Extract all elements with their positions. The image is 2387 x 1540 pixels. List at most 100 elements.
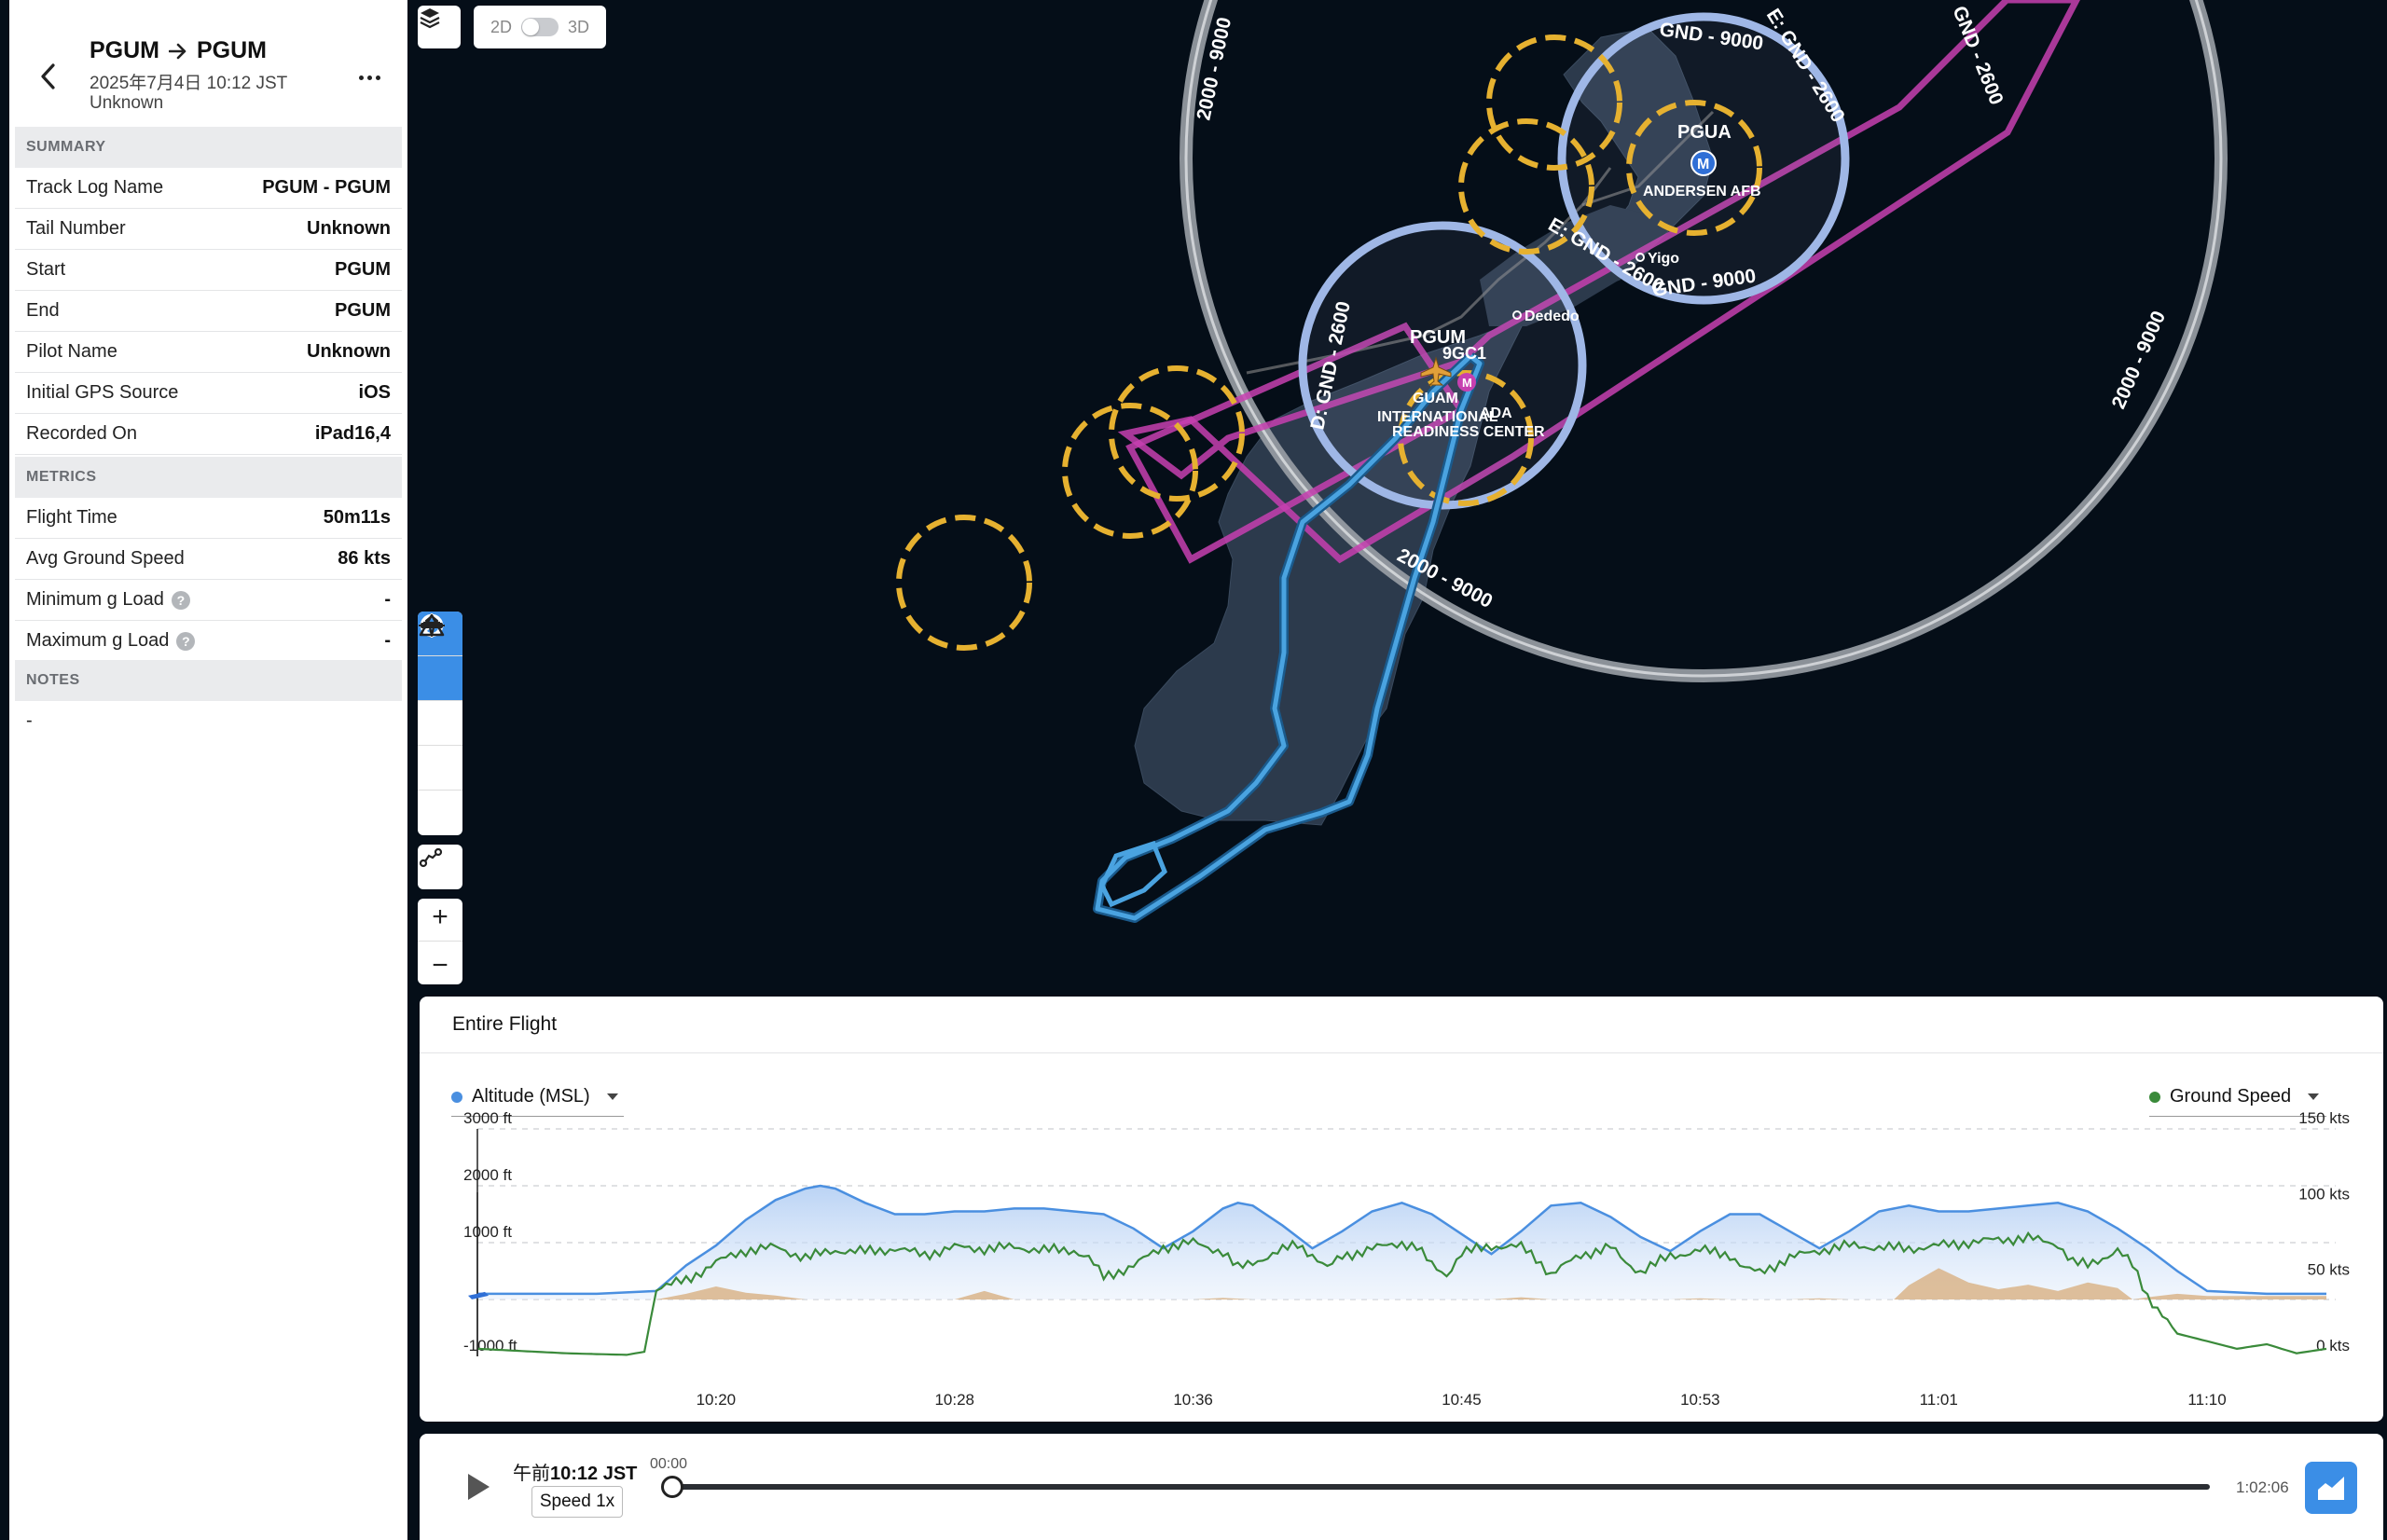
terrain-button[interactable] <box>418 613 462 746</box>
runway-button[interactable] <box>418 623 462 835</box>
duration-label: 1:02:06 <box>2236 1478 2289 1496</box>
y-left-tick-label: 3000 ft <box>463 1109 512 1127</box>
summary-label-text: Tail Number <box>26 218 126 239</box>
notes-text[interactable]: - <box>26 710 33 732</box>
summary-value: Unknown <box>307 218 391 239</box>
metrics-value: 50m11s <box>323 507 391 528</box>
summary-value: PGUM <box>335 259 391 280</box>
layers-icon <box>420 8 440 29</box>
zoom-in-button[interactable]: + <box>432 903 448 931</box>
x-tick-label: 11:10 <box>2187 1391 2226 1409</box>
y-right-tick-label: 0 kts <box>2316 1337 2350 1354</box>
summary-row: Initial GPS Source iOS <box>15 373 402 414</box>
x-tick-label: 10:28 <box>934 1391 974 1409</box>
chevron-left-icon <box>41 63 55 89</box>
metrics-label: Avg Ground Speed <box>26 548 185 570</box>
area-chart-icon <box>2318 1477 2344 1500</box>
y-right-tick-label: 50 kts <box>2308 1261 2350 1279</box>
playback-slider-thumb[interactable] <box>661 1476 683 1498</box>
playback-clock: 午前10:12 JST <box>513 1458 637 1485</box>
toggle-2d-label: 2D <box>490 17 512 36</box>
summary-row: End PGUM <box>15 291 402 332</box>
map-canvas[interactable]: M M PGUA ANDERSEN AFB Yigo Dededo PGUM 9… <box>407 0 2387 997</box>
time-value: 10:12 JST <box>550 1464 638 1484</box>
x-tick-label: 10:45 <box>1442 1391 1482 1409</box>
runway-icon <box>419 623 445 628</box>
summary-row: Recorded On iPad16,4 <box>15 414 402 455</box>
more-options-button[interactable] <box>351 63 388 91</box>
speed-button[interactable]: Speed 1x <box>531 1486 623 1518</box>
label-9gc1: 9GC1 <box>1442 344 1486 363</box>
summary-label: Start <box>26 259 65 281</box>
summary-label-text: Initial GPS Source <box>26 382 179 403</box>
map-view[interactable]: M M PGUA ANDERSEN AFB Yigo Dededo PGUM 9… <box>407 0 2387 997</box>
summary-label-text: Pilot Name <box>26 341 117 362</box>
zoom-controls: + − <box>418 899 462 984</box>
help-icon[interactable]: ? <box>171 590 190 610</box>
view-mode-toggle[interactable]: 2D 3D <box>474 6 606 48</box>
notes-section-header: NOTES <box>15 660 402 701</box>
metrics-label-text: Flight Time <box>26 507 117 528</box>
route-to: PGUM <box>197 37 267 63</box>
summary-label-text: Recorded On <box>26 423 137 444</box>
view-mode-switch[interactable] <box>521 18 559 36</box>
summary-value: PGUM - PGUM <box>262 177 391 198</box>
summary-label-text: Start <box>26 259 66 280</box>
y-left-tick-label: -1000 ft <box>463 1337 517 1354</box>
panel-header: PGUM PGUM 2025年7月4日 10:12 JST Unknown <box>9 0 407 125</box>
summary-label: Pilot Name <box>26 341 117 363</box>
summary-row: Pilot Name Unknown <box>15 332 402 373</box>
play-icon[interactable] <box>464 1471 492 1503</box>
route-title: PGUM PGUM <box>90 37 267 64</box>
metrics-row: Flight Time 50m11s <box>15 498 402 539</box>
obstacle-button[interactable] <box>418 614 462 791</box>
metrics-value: - <box>384 630 391 651</box>
label-guam: GUAM <box>1413 391 1458 406</box>
summary-label: End <box>26 300 60 322</box>
toggle-3d-label: 3D <box>568 17 590 36</box>
summary-row: Start PGUM <box>15 250 402 291</box>
x-tick-label: 10:20 <box>697 1391 737 1409</box>
class-d-ring-pgum <box>1298 221 1587 510</box>
layers-button[interactable] <box>418 6 461 48</box>
metrics-row: Minimum g Load? - <box>15 580 402 621</box>
playback-slider-track[interactable] <box>671 1484 2210 1490</box>
x-tick-label: 10:36 <box>1173 1391 1213 1409</box>
zoom-out-button[interactable]: − <box>432 951 448 980</box>
route-tool-button[interactable] <box>418 845 462 889</box>
position-label: 00:00 <box>650 1456 688 1472</box>
track-follow-button[interactable] <box>418 613 462 701</box>
summary-label: Initial GPS Source <box>26 382 178 404</box>
airspace-label: GND - 2600 <box>1948 3 2007 108</box>
m-marker-pgua-text: M <box>1697 157 1709 172</box>
chart-toggle-button[interactable] <box>2305 1462 2357 1514</box>
altitude-speed-chart[interactable]: 3000 ft 2000 ft 1000 ft -1000 ft 150 kts 100 … <box>420 997 2383 1422</box>
metrics-label: Minimum g Load? <box>26 589 190 611</box>
metrics-label-text: Maximum g Load <box>26 630 170 651</box>
metrics-value: - <box>384 589 391 610</box>
label-readiness-center: READINESS CENTER <box>1392 424 1545 440</box>
summary-label: Recorded On <box>26 423 137 445</box>
y-left-tick-label: 2000 ft <box>463 1166 512 1184</box>
svg-text:M: M <box>1462 376 1472 390</box>
y-right-tick-label: 150 kts <box>2298 1109 2350 1127</box>
label-pgua: PGUA <box>1677 122 1732 143</box>
track-log-panel: PGUM PGUM 2025年7月4日 10:12 JST Unknown SU… <box>9 0 407 1540</box>
back-button[interactable] <box>30 58 67 95</box>
summary-value: Unknown <box>307 341 391 362</box>
summary-value: PGUM <box>335 300 391 321</box>
summary-row: Track Log Name PGUM - PGUM <box>15 168 402 209</box>
summary-section-header: SUMMARY <box>15 127 402 168</box>
flight-chart-panel: Entire Flight Altitude (MSL) Ground Spee… <box>420 997 2383 1422</box>
label-dededo: Dededo <box>1525 309 1580 324</box>
flight-date: 2025年7月4日 10:12 JST <box>90 74 288 93</box>
summary-label: Tail Number <box>26 218 126 240</box>
metrics-row: Maximum g Load? - <box>15 621 402 662</box>
help-icon[interactable]: ? <box>176 631 196 651</box>
map-tool-stack <box>418 612 462 835</box>
summary-value: iOS <box>358 382 391 403</box>
metrics-row: Avg Ground Speed 86 kts <box>15 539 402 580</box>
y-right-tick-label: 100 kts <box>2298 1185 2350 1203</box>
metrics-section-header: METRICS <box>15 457 402 498</box>
summary-label-text: Track Log Name <box>26 177 164 198</box>
